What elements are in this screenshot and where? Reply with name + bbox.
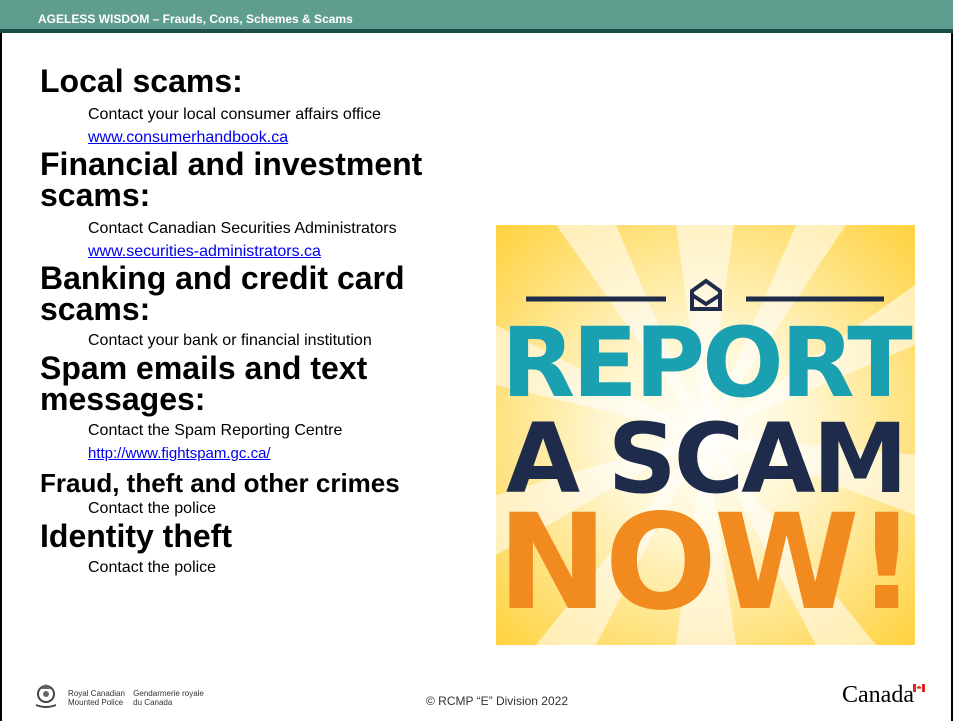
canada-wordmark: Canada xyxy=(842,682,914,708)
canada-flag-icon xyxy=(913,684,925,692)
report-scam-poster: REPORT A SCAM NOW! xyxy=(496,225,915,645)
heading-banking-line1: Banking and credit card xyxy=(40,260,405,296)
gov-en-line1: Royal Canadian xyxy=(68,689,125,698)
heading-financial-line1: Financial and investment xyxy=(40,146,423,182)
copyright: © RCMP “E” Division 2022 xyxy=(426,694,568,708)
header-title: AGELESS WISDOM – Frauds, Cons, Schemes &… xyxy=(38,12,353,26)
text-financial: Contact Canadian Securities Administrato… xyxy=(88,220,397,237)
poster-line-report: REPORT xyxy=(501,307,913,419)
rcmp-crest-icon xyxy=(35,684,57,708)
main-content: Local scams: Contact your local consumer… xyxy=(40,63,480,580)
text-spam: Contact the Spam Reporting Centre xyxy=(88,422,343,439)
heading-identity-theft: Identity theft xyxy=(40,518,232,554)
gov-fr-line2: du Canada xyxy=(133,698,173,707)
poster-line-now: NOW! xyxy=(497,486,915,640)
gov-en-line2: Mounted Police xyxy=(68,698,124,707)
heading-spam-line1: Spam emails and text xyxy=(40,350,368,386)
heading-local-scams: Local scams: xyxy=(40,63,243,99)
gov-fr-line1: Gendarmerie royale xyxy=(133,689,204,698)
heading-spam-line2: messages: xyxy=(40,381,206,417)
heading-fraud: Fraud, theft and other crimes xyxy=(40,468,400,498)
header-bar: AGELESS WISDOM – Frauds, Cons, Schemes &… xyxy=(0,0,953,33)
text-identity-theft: Contact the police xyxy=(88,559,217,576)
gov-signature: Royal Canadian Mounted Police Gendarmeri… xyxy=(68,689,210,707)
heading-banking-line2: scams: xyxy=(40,291,151,327)
heading-financial-line2: scams: xyxy=(40,177,151,213)
text-local-scams: Contact your local consumer affairs offi… xyxy=(88,106,381,123)
link-fightspam[interactable]: http://www.fightspam.gc.ca/ xyxy=(88,443,480,465)
